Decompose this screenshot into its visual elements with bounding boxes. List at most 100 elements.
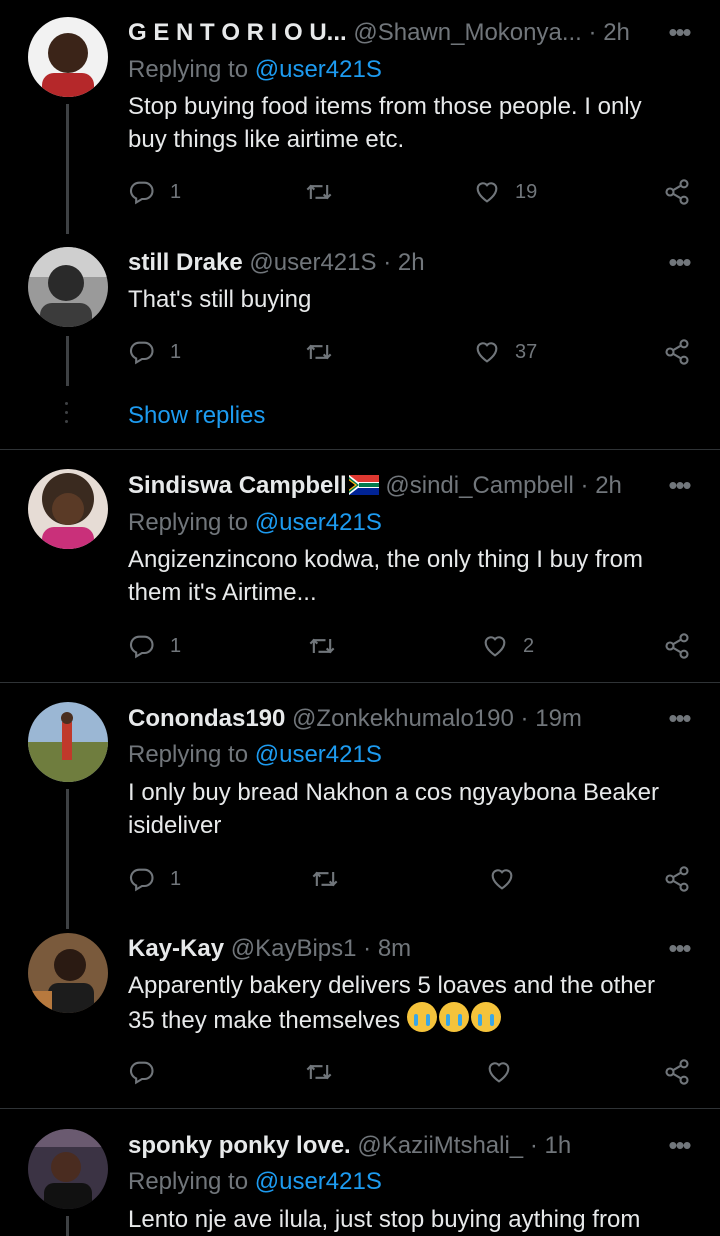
retweet-icon (305, 178, 333, 206)
thread-line (66, 336, 69, 386)
display-name[interactable]: Sindiswa Campbell (128, 472, 347, 499)
display-name[interactable]: Kay-Kay (128, 935, 224, 962)
retweet-button[interactable] (305, 172, 333, 212)
reply-button[interactable]: 1 (128, 626, 181, 666)
replying-to: Replying to @user421S (128, 1167, 382, 1197)
thread-dots (64, 402, 70, 429)
replying-to: Replying to @user421S (128, 740, 382, 770)
retweet-icon (305, 338, 333, 366)
crying-emoji-icon (438, 1002, 469, 1032)
like-icon (473, 338, 501, 366)
like-button[interactable] (488, 859, 516, 899)
more-icon[interactable]: ••• (666, 935, 692, 968)
handle[interactable]: @KaziiMtshali_ (357, 1132, 523, 1159)
tweet-actions (128, 1052, 698, 1092)
more-icon[interactable]: ••• (666, 472, 692, 505)
retweet-icon (311, 865, 339, 893)
crying-emoji-icon (406, 1002, 437, 1032)
retweet-icon (305, 1058, 333, 1086)
mention-link[interactable]: @user421S (255, 1168, 382, 1195)
retweet-button[interactable] (311, 859, 339, 899)
replying-to: Replying to @user421S (128, 508, 382, 538)
retweet-button[interactable] (305, 1052, 333, 1092)
retweet-button[interactable] (305, 332, 333, 372)
reply-button[interactable]: 1 (128, 172, 181, 212)
show-replies-link[interactable]: Show replies (128, 402, 265, 430)
retweet-button[interactable] (308, 626, 336, 666)
timestamp[interactable]: 8m (378, 935, 411, 962)
timestamp[interactable]: 2h (603, 19, 630, 46)
thread-line (66, 1216, 69, 1236)
tweet-1[interactable]: G E N T O R I O U... @Shawn_Mokonya... ·… (0, 0, 720, 234)
crying-emoji-icon (470, 1002, 501, 1032)
display-name[interactable]: sponky ponky love. (128, 1132, 351, 1159)
avatar[interactable] (28, 247, 108, 327)
separator: · (529, 1132, 538, 1159)
reply-count: 1 (170, 634, 182, 657)
separator: · (588, 19, 597, 46)
tweet-header: sponky ponky love. @KaziiMtshali_ · 1h (128, 1131, 630, 1161)
mention-link[interactable]: @user421S (255, 509, 382, 536)
share-button[interactable] (663, 859, 691, 899)
thread-line (66, 104, 69, 234)
like-icon (488, 865, 516, 893)
mention-link[interactable]: @user421S (255, 56, 382, 83)
like-button[interactable]: 37 (473, 332, 537, 372)
tweet-6[interactable]: sponky ponky love. @KaziiMtshali_ · 1h •… (0, 1109, 720, 1236)
more-icon[interactable]: ••• (666, 1132, 692, 1165)
like-button[interactable]: 19 (473, 172, 537, 212)
more-icon[interactable]: ••• (666, 19, 692, 52)
timestamp[interactable]: 19m (535, 705, 582, 732)
tweet-header: still Drake @user421S · 2h (128, 248, 630, 278)
like-count: 19 (515, 180, 538, 203)
share-button[interactable] (663, 626, 691, 666)
handle[interactable]: @KayBips1 (231, 935, 357, 962)
avatar[interactable] (28, 1129, 108, 1209)
like-icon (481, 632, 509, 660)
tweet-text: Apparently bakery delivers 5 loaves and … (128, 972, 655, 1034)
tweet-5[interactable]: Kay-Kay @KayBips1 · 8m ••• Apparently ba… (0, 913, 720, 1108)
share-icon (663, 338, 691, 366)
tweet-text: Stop buying food items from those people… (128, 93, 642, 153)
handle[interactable]: @sindi_Campbell (385, 472, 573, 499)
share-button[interactable] (663, 332, 691, 372)
separator: · (383, 249, 392, 276)
avatar[interactable] (28, 933, 108, 1013)
avatar[interactable] (28, 469, 108, 549)
separator: · (520, 705, 529, 732)
reply-button[interactable] (128, 1052, 156, 1092)
retweet-icon (308, 632, 336, 660)
avatar[interactable] (28, 17, 108, 97)
timestamp[interactable]: 2h (595, 472, 622, 499)
tweet-text: That's still buying (128, 286, 312, 313)
more-icon[interactable]: ••• (666, 705, 692, 738)
avatar[interactable] (28, 702, 108, 782)
display-name[interactable]: still Drake (128, 249, 243, 276)
tweet-3[interactable]: Sindiswa Campbell @sindi_Campbell · 2h •… (0, 450, 720, 682)
display-name[interactable]: Conondas190 (128, 705, 285, 732)
tweet-actions: 1 2 (128, 626, 698, 666)
share-icon (663, 865, 691, 893)
display-name[interactable]: G E N T O R I O U... (128, 19, 347, 46)
like-button[interactable]: 2 (481, 626, 534, 666)
reply-count: 1 (170, 867, 182, 890)
handle[interactable]: @Zonkekhumalo190 (292, 705, 514, 732)
reply-button[interactable]: 1 (128, 859, 181, 899)
reply-button[interactable]: 1 (128, 332, 181, 372)
share-button[interactable] (663, 172, 691, 212)
share-icon (663, 178, 691, 206)
replying-label: Replying to (128, 56, 249, 83)
handle[interactable]: @user421S (249, 249, 376, 276)
timestamp[interactable]: 1h (545, 1132, 572, 1159)
tweet-text: I only buy bread Nakhon a cos ngyaybona … (128, 779, 660, 839)
tweet-text: Angizenzincono kodwa, the only thing I b… (128, 546, 643, 606)
like-count: 2 (523, 634, 535, 657)
like-button[interactable] (485, 1052, 513, 1092)
share-button[interactable] (663, 1052, 691, 1092)
more-icon[interactable]: ••• (666, 249, 692, 282)
mention-link[interactable]: @user421S (255, 741, 382, 768)
tweet-2[interactable]: still Drake @user421S · 2h ••• That's st… (0, 230, 720, 450)
timestamp[interactable]: 2h (398, 249, 425, 276)
tweet-4[interactable]: Conondas190 @Zonkekhumalo190 · 19m ••• R… (0, 683, 720, 929)
handle[interactable]: @Shawn_Mokonya... (353, 19, 581, 46)
